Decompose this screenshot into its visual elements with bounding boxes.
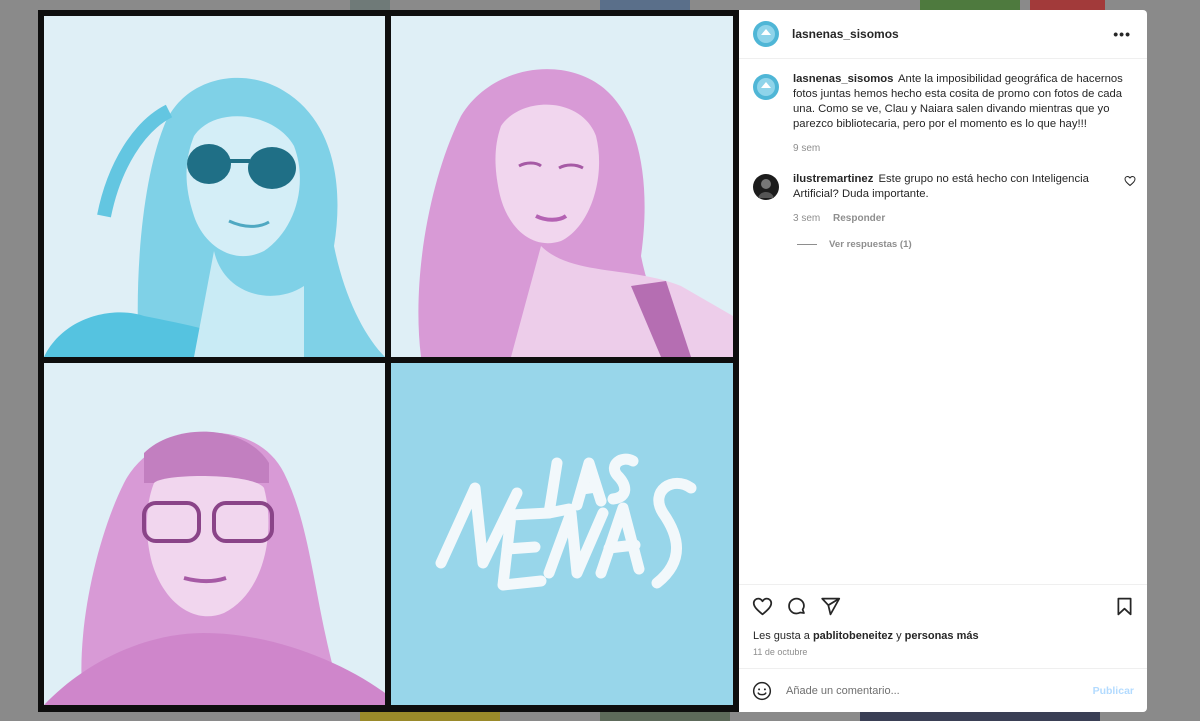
comment-bubble-icon[interactable] xyxy=(786,596,807,617)
comment-meta: 3 sem Responder xyxy=(793,211,1109,226)
caption-meta: 9 sem xyxy=(793,141,1133,156)
more-options-button[interactable]: ••• xyxy=(1113,26,1131,42)
backdrop-tile xyxy=(1030,0,1105,10)
comments-list: lasnenas_sisomos Ante la imposibilidad g… xyxy=(739,60,1147,586)
caption-username[interactable]: lasnenas_sisomos xyxy=(793,73,893,85)
caption-comment: lasnenas_sisomos Ante la imposibilidad g… xyxy=(753,72,1133,156)
commenter-username[interactable]: ilustremartinez xyxy=(793,173,873,185)
view-replies-label: Ver respuestas (1) xyxy=(829,239,912,250)
actions-divider xyxy=(739,584,1147,585)
comment-item: ilustremartinez Este grupo no está hecho… xyxy=(753,172,1133,226)
caption-time[interactable]: 9 sem xyxy=(793,143,820,154)
backdrop-tile xyxy=(600,0,690,10)
backdrop-tile xyxy=(350,0,390,10)
backdrop-tile xyxy=(860,712,1100,721)
photo-woman-sunglasses xyxy=(44,16,385,357)
photo-woman-glasses xyxy=(44,363,385,705)
backdrop-tile xyxy=(920,0,1020,10)
post-date[interactable]: 11 de octubre xyxy=(753,647,807,657)
publish-button[interactable]: Publicar xyxy=(1093,685,1134,697)
post-sidebar: lasnenas_sisomos ••• lasnenas_sisomos An… xyxy=(739,10,1147,712)
action-bar xyxy=(752,596,1135,616)
post-header: lasnenas_sisomos ••• xyxy=(739,10,1147,59)
view-replies-button[interactable]: Ver respuestas (1) xyxy=(797,239,1133,250)
author-avatar[interactable] xyxy=(753,21,779,47)
likes-connector: y xyxy=(896,630,902,642)
caption-avatar[interactable] xyxy=(753,74,779,100)
commenter-avatar[interactable] xyxy=(753,174,779,200)
likes-summary: Les gusta a pablitobeneitez y personas m… xyxy=(753,630,979,642)
backdrop-tile xyxy=(360,712,500,721)
share-paper-plane-icon[interactable] xyxy=(820,596,841,617)
reply-button[interactable]: Responder xyxy=(833,213,885,224)
emoji-smiley-icon[interactable] xyxy=(752,681,772,701)
likes-others-link[interactable]: personas más xyxy=(905,630,979,642)
replies-divider xyxy=(797,244,817,245)
comment-input[interactable] xyxy=(786,684,1093,697)
caption-body: lasnenas_sisomos Ante la imposibilidad g… xyxy=(793,72,1133,156)
comment-time[interactable]: 3 sem xyxy=(793,213,820,224)
logo-las-nenas xyxy=(391,363,733,705)
like-heart-icon[interactable] xyxy=(752,596,773,617)
save-bookmark-icon[interactable] xyxy=(1114,596,1135,617)
backdrop-tile xyxy=(600,712,730,721)
comment-body: ilustremartinez Este grupo no está hecho… xyxy=(793,172,1133,226)
liker-username[interactable]: pablitobeneitez xyxy=(813,630,893,642)
add-comment-bar: Publicar xyxy=(739,668,1147,712)
like-comment-icon[interactable] xyxy=(1124,174,1136,187)
likes-prefix: Les gusta a xyxy=(753,630,810,642)
author-username[interactable]: lasnenas_sisomos xyxy=(792,27,899,41)
photo-woman-eyes-closed xyxy=(391,16,733,357)
post-image[interactable] xyxy=(38,10,739,712)
